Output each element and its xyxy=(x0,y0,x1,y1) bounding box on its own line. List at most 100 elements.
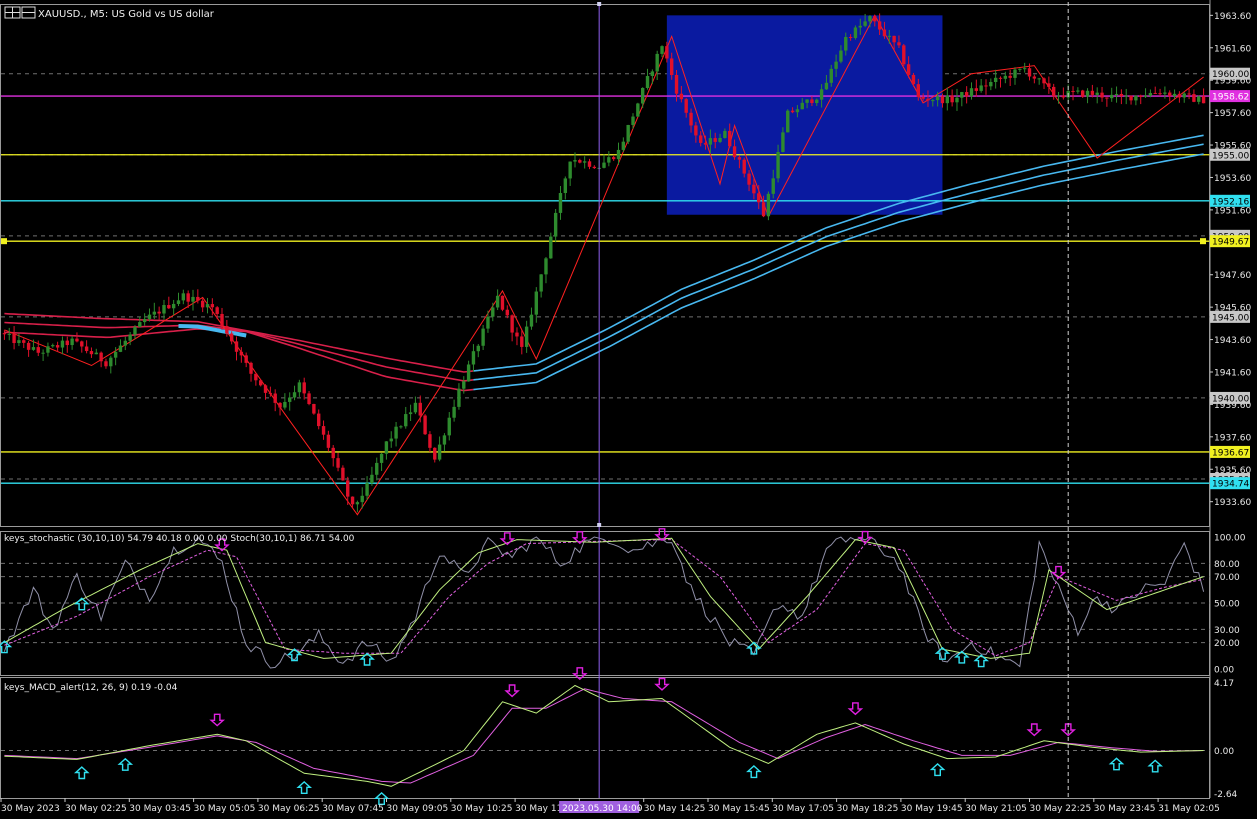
time-tick-label: 30 May 10:25 xyxy=(451,804,513,814)
candle-body xyxy=(462,381,466,389)
candle-body xyxy=(312,404,316,414)
candle-body xyxy=(7,333,11,335)
candle-body xyxy=(1163,92,1167,94)
candle-body xyxy=(60,340,65,348)
candle-body xyxy=(118,345,123,352)
candle-body xyxy=(587,161,592,167)
candle-body xyxy=(210,304,215,308)
candle-body xyxy=(341,467,345,481)
candle-body xyxy=(147,314,152,319)
candle-body xyxy=(99,352,103,362)
stoch-tick-label: 70.00 xyxy=(1214,573,1240,583)
candle xyxy=(626,124,630,145)
candle-body xyxy=(326,434,331,448)
candle-body xyxy=(1124,95,1128,97)
candle-body xyxy=(1090,90,1095,95)
candle-body xyxy=(790,110,795,113)
candle-body xyxy=(766,193,771,217)
chart-menu-icon[interactable] xyxy=(4,6,21,19)
macd-panel-title: keys_MACD_alert(12, 26, 9) 0.19 -0.04 xyxy=(4,683,178,693)
time-tick-label: 30 May 14:25 xyxy=(644,804,706,814)
candle-body xyxy=(1076,90,1080,92)
candle-body xyxy=(423,415,427,435)
candle-body xyxy=(694,125,698,136)
candle xyxy=(853,25,858,40)
candle-body xyxy=(757,193,761,203)
candle-body xyxy=(853,27,858,38)
candle-body xyxy=(626,124,630,142)
price-level-badge-label: 1945.00 xyxy=(1212,313,1249,323)
candle-body xyxy=(829,68,833,83)
candle-body xyxy=(636,103,640,117)
candle-body xyxy=(1110,94,1114,99)
candle-body xyxy=(602,162,606,168)
candle-body xyxy=(302,382,306,394)
candle-body xyxy=(249,362,253,374)
candle-body xyxy=(404,414,408,427)
time-tick-label: 30 May 06:25 xyxy=(258,804,320,814)
candle-body xyxy=(839,50,843,62)
candle-body xyxy=(51,345,55,347)
candle-body xyxy=(1168,92,1172,97)
candle-body xyxy=(520,336,524,347)
candle-body xyxy=(998,77,1003,79)
candle-body xyxy=(408,412,413,415)
candle-body xyxy=(12,333,16,344)
candle-body xyxy=(186,293,190,302)
price-tick-label: 1953.60 xyxy=(1214,174,1251,184)
candle-body xyxy=(723,130,727,138)
candle xyxy=(500,295,505,312)
candle-body xyxy=(495,295,500,308)
candle-body xyxy=(747,173,751,185)
candle-body xyxy=(418,402,422,416)
candle-body xyxy=(684,99,688,113)
candle-body xyxy=(80,341,84,347)
candle-body xyxy=(815,99,819,104)
candle-body xyxy=(534,291,538,315)
candle xyxy=(766,191,771,221)
candle-body xyxy=(713,138,717,142)
stoch-tick-label: 80.00 xyxy=(1214,560,1240,570)
chart-canvas[interactable]: 1963.601961.601959.601957.601955.601953.… xyxy=(0,0,1257,819)
candle-body xyxy=(795,109,800,113)
level-handle-right[interactable] xyxy=(1200,238,1206,245)
candle-body xyxy=(133,326,137,335)
candle-body xyxy=(737,157,742,160)
candle-body xyxy=(307,393,311,405)
candle-body xyxy=(989,82,993,87)
candle-body xyxy=(742,159,746,174)
candle-body xyxy=(152,311,157,315)
candle-body xyxy=(1061,95,1066,98)
crosshair-handle-bottom[interactable] xyxy=(597,523,602,527)
candle-body xyxy=(858,25,862,28)
price-tick-label: 1943.60 xyxy=(1214,336,1251,346)
candle-body xyxy=(491,307,495,317)
candle-body xyxy=(123,340,127,346)
candle-body xyxy=(128,334,132,341)
candle-body xyxy=(181,293,186,301)
candle-body xyxy=(993,77,998,83)
candle xyxy=(423,414,427,435)
candle-body xyxy=(984,85,988,87)
candle-body xyxy=(142,318,147,323)
candle-body xyxy=(824,82,829,90)
candle-body xyxy=(297,382,302,393)
candle-body xyxy=(1008,75,1012,78)
level-handle-left[interactable] xyxy=(1,238,7,245)
price-zone-box xyxy=(666,15,943,215)
candle-body xyxy=(1177,93,1182,98)
candle-body xyxy=(1148,92,1153,96)
candle-body xyxy=(36,347,40,353)
candle-body xyxy=(882,29,887,37)
candle-body xyxy=(863,21,867,26)
candle-body xyxy=(568,161,572,179)
candle-body xyxy=(732,146,737,158)
candle-body xyxy=(1100,92,1104,98)
crosshair-handle-top[interactable] xyxy=(597,2,602,6)
price-level-badge-label: 1960.00 xyxy=(1212,70,1249,80)
one-click-trading-icon[interactable] xyxy=(21,6,36,19)
candle-body xyxy=(776,152,780,179)
candle-body xyxy=(800,102,804,110)
stoch-tick-label: 0.00 xyxy=(1214,666,1234,676)
time-tick-label: 30 May 17:05 xyxy=(772,804,834,814)
